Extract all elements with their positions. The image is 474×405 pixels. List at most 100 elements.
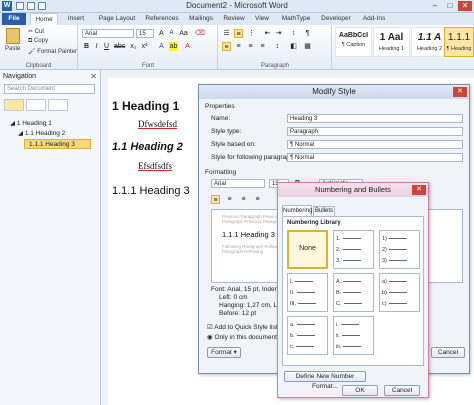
align-left-icon[interactable]: ≡ xyxy=(211,195,220,204)
maximize-icon[interactable]: □ xyxy=(443,1,457,11)
change-case-icon[interactable]: Aa xyxy=(179,29,188,38)
text-effects-icon[interactable]: A xyxy=(157,42,166,51)
style-heading-3[interactable]: 1.1.1 ¶ Heading xyxy=(444,27,474,57)
align-right-icon[interactable]: ≡ xyxy=(246,42,255,51)
underline-icon[interactable]: U xyxy=(102,42,111,51)
doc-paragraph-2[interactable]: Efsdfsdfs xyxy=(138,161,172,171)
decrease-indent-icon[interactable]: ⇤ xyxy=(263,29,272,38)
highlight-icon[interactable]: ab xyxy=(169,42,178,51)
nav-item-heading-2[interactable]: ◢ 1.1 Heading 2 xyxy=(18,129,65,139)
tab-insert[interactable]: Insert xyxy=(62,13,90,25)
align-left-icon[interactable]: ≡ xyxy=(222,42,231,51)
tab-mailings[interactable]: Mailings xyxy=(184,13,218,25)
numbering-format-option[interactable]: a. b. c. xyxy=(287,316,328,355)
following-select[interactable]: ¶ Normal xyxy=(287,153,463,162)
modify-cancel-button[interactable]: Cancel xyxy=(431,347,465,358)
tab-view[interactable]: View xyxy=(250,13,274,25)
tab-page-layout[interactable]: Page Layout xyxy=(94,13,140,25)
cancel-button[interactable]: Cancel xyxy=(384,385,420,396)
numbering-format-none[interactable]: None xyxy=(287,230,328,269)
nav-item-label: 1 Heading 1 xyxy=(16,120,52,127)
italic-icon[interactable]: I xyxy=(92,42,101,51)
numbering-format-option[interactable]: 1. 2. 3. xyxy=(333,230,374,269)
format-painter-button[interactable]: 🖌 Format Painter xyxy=(28,48,77,55)
justify-icon[interactable]: ≡ xyxy=(258,42,267,51)
font-name-dropdown[interactable]: Arial xyxy=(82,29,134,38)
doc-heading-3[interactable]: 1.1.1 Heading 3 xyxy=(112,185,190,197)
results-tab[interactable] xyxy=(48,99,68,111)
format-menu-button[interactable]: Format ▾ xyxy=(207,347,241,358)
following-label: Style for following paragraph: xyxy=(211,154,296,161)
numbering-marker: III. xyxy=(290,301,297,307)
numbering-marker: 2. xyxy=(336,247,341,253)
close-icon[interactable]: ✕ xyxy=(90,72,97,81)
bullets-icon[interactable]: ☰ xyxy=(222,29,231,38)
show-marks-icon[interactable]: ¶ xyxy=(303,29,312,38)
ok-button[interactable]: OK xyxy=(342,385,378,396)
pages-tab[interactable] xyxy=(26,99,46,111)
numbering-format-option[interactable]: i. ii. iii. xyxy=(333,316,374,355)
bold-icon[interactable]: B xyxy=(82,42,91,51)
style-heading-2[interactable]: 1.1 A Heading 2 xyxy=(411,27,448,57)
cut-button[interactable]: ✂ Cut xyxy=(28,28,44,35)
tab-bullets[interactable]: Bullets xyxy=(313,206,335,216)
line-spacing-icon[interactable]: ↕ xyxy=(273,42,282,51)
sort-icon[interactable]: ↕ xyxy=(289,29,298,38)
numbering-format-option[interactable]: A. B. C. xyxy=(333,273,374,312)
font-select[interactable]: Arial xyxy=(211,179,265,188)
numbering-format-option[interactable]: 1) 2) 3) xyxy=(379,230,420,269)
shrink-font-icon[interactable]: A xyxy=(167,29,176,38)
doc-heading-2[interactable]: 1.1 Heading 2 xyxy=(112,141,183,153)
style-caption[interactable]: AaBbCcI ¶ Caption xyxy=(335,27,372,57)
font-size-dropdown[interactable]: 15 xyxy=(136,29,154,38)
doc-heading-1[interactable]: 1 Heading 1 xyxy=(112,99,179,113)
style-heading-1[interactable]: 1 Aal Heading 1 xyxy=(373,27,410,57)
paste-icon[interactable] xyxy=(6,28,20,44)
based-on-select[interactable]: ¶ Normal xyxy=(287,140,463,149)
close-icon[interactable]: ✕ xyxy=(458,1,472,11)
font-color-icon[interactable]: A xyxy=(183,42,192,51)
borders-icon[interactable]: ▦ xyxy=(303,42,312,51)
strikethrough-icon[interactable]: abc xyxy=(114,42,125,51)
copy-label: Copy xyxy=(33,38,48,44)
tab-file[interactable]: File xyxy=(2,13,26,25)
tab-add-ins[interactable]: Add-Ins xyxy=(358,13,390,25)
clear-format-icon[interactable]: ⌫ xyxy=(195,29,205,38)
close-icon[interactable]: ✕ xyxy=(412,185,426,195)
headings-tab[interactable] xyxy=(4,99,24,111)
numbering-format-option[interactable]: a) b) c) xyxy=(379,273,420,312)
numbering-format-option[interactable]: I. II. III. xyxy=(287,273,328,312)
multilevel-list-icon[interactable]: ⋮ xyxy=(247,29,256,38)
numbering-marker: A. xyxy=(336,279,342,285)
subscript-icon[interactable]: x₂ xyxy=(129,42,138,51)
style-type-select[interactable]: Paragraph xyxy=(287,127,463,136)
tab-mathtype[interactable]: MathType xyxy=(278,13,314,25)
paste-button[interactable]: Paste xyxy=(5,46,20,52)
tab-numbering[interactable]: Numbering xyxy=(282,205,312,216)
search-input[interactable]: Search Document xyxy=(4,84,95,94)
only-this-document-radio[interactable]: ◉ Only in this document xyxy=(207,333,277,341)
tab-references[interactable]: References xyxy=(142,13,182,25)
align-right-icon[interactable]: ≡ xyxy=(239,195,248,204)
shading-icon[interactable]: ◧ xyxy=(289,42,298,51)
align-center-icon[interactable]: ≡ xyxy=(225,195,234,204)
tab-home[interactable]: Home xyxy=(30,13,58,25)
add-quick-style-checkbox[interactable]: ☑ Add to Quick Style list xyxy=(207,323,278,331)
minimize-icon[interactable]: – xyxy=(428,1,442,11)
nav-item-heading-3[interactable]: 1.1.1 Heading 3 xyxy=(24,139,91,149)
define-new-number-format-button[interactable]: Define New Number Format... xyxy=(284,371,366,390)
name-field[interactable]: Heading 3 xyxy=(287,114,463,123)
grow-font-icon[interactable]: A xyxy=(157,29,166,38)
doc-paragraph-1[interactable]: Dfwsdefsd xyxy=(138,119,177,129)
copy-button[interactable]: ⧉ Copy xyxy=(28,38,48,45)
tab-review[interactable]: Review xyxy=(220,13,248,25)
increase-indent-icon[interactable]: ⇥ xyxy=(274,29,283,38)
numbering-icon[interactable]: ≡ xyxy=(234,29,243,38)
superscript-icon[interactable]: x² xyxy=(140,42,149,51)
nav-item-heading-1[interactable]: ◢ 1 Heading 1 xyxy=(10,119,52,129)
close-icon[interactable]: ✕ xyxy=(453,87,467,97)
tab-developer[interactable]: Developer xyxy=(318,13,354,25)
align-center-icon[interactable]: ≡ xyxy=(234,42,243,51)
numbering-format-line: A. xyxy=(336,279,362,285)
justify-icon[interactable]: ≡ xyxy=(253,195,262,204)
